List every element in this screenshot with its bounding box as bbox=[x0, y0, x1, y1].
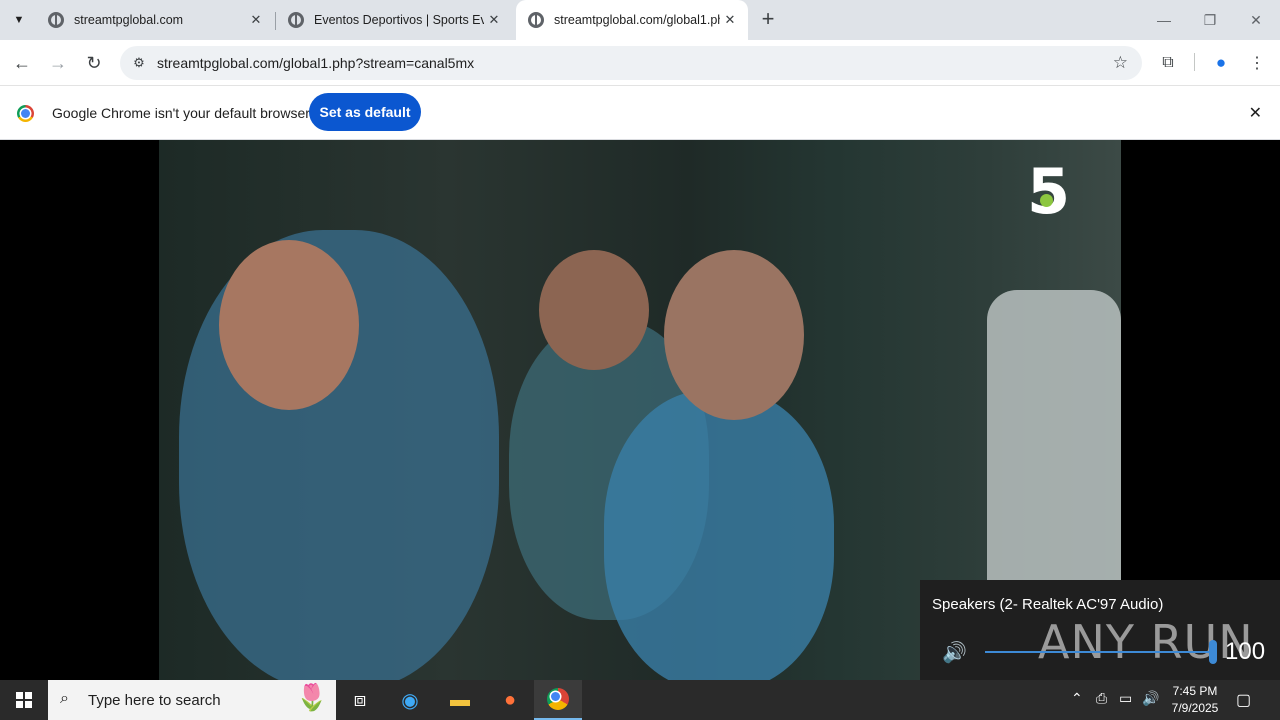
new-tab-button[interactable]: + bbox=[756, 8, 780, 32]
task-view-icon[interactable]: ⧈ bbox=[336, 680, 384, 720]
firefox-icon[interactable]: ● bbox=[486, 680, 534, 720]
windows-logo-icon bbox=[16, 692, 32, 708]
site-info-icon[interactable]: ⚙ bbox=[130, 54, 148, 72]
globe-icon bbox=[48, 12, 64, 28]
speaker-icon[interactable]: 🔊 bbox=[942, 640, 967, 665]
taskbar: ⌕ Type here to search 🌷 ⧈ ◉ ▬ ● ⌃ ⎙ ▭ 🔊 … bbox=[0, 680, 1280, 720]
close-icon[interactable]: ✕ bbox=[720, 10, 740, 30]
clock-date: 7/9/2025 bbox=[1171, 701, 1219, 715]
close-icon[interactable]: ✕ bbox=[484, 10, 504, 30]
tab-strip: ▼ streamtpglobal.com ✕ Eventos Deportivo… bbox=[0, 0, 1280, 40]
start-button[interactable] bbox=[0, 680, 48, 720]
menu-dots-icon[interactable]: ⋮ bbox=[1245, 51, 1269, 75]
url-path: /global1.php?stream=canal5mx bbox=[279, 55, 475, 71]
toolbar-divider bbox=[1194, 53, 1195, 71]
tab-3-active[interactable]: streamtpglobal.com/global1.php ✕ bbox=[516, 0, 748, 40]
back-arrow-icon[interactable]: ← bbox=[10, 51, 34, 75]
profile-icon[interactable]: ● bbox=[1209, 51, 1233, 75]
audio-device-name: Speakers (2- Realtek AC'97 Audio) bbox=[932, 596, 1164, 613]
flower-icon bbox=[1040, 194, 1053, 207]
close-icon[interactable]: ✕ bbox=[246, 10, 266, 30]
chrome-logo-icon bbox=[17, 105, 34, 122]
address-bar[interactable]: ⚙ streamtpglobal.com/global1.php?stream=… bbox=[120, 46, 1142, 80]
volume-slider-thumb[interactable] bbox=[1209, 640, 1217, 664]
player-face-right bbox=[664, 250, 804, 420]
flower-decoration-icon: 🌷 bbox=[295, 682, 328, 712]
minimize-button[interactable]: — bbox=[1141, 0, 1187, 40]
search-icon: ⌕ bbox=[60, 690, 69, 707]
clock-time: 7:45 PM bbox=[1172, 684, 1218, 698]
chrome-logo-icon bbox=[547, 688, 569, 710]
player-face-back bbox=[539, 250, 649, 370]
player-face-left bbox=[219, 240, 359, 410]
forward-arrow-icon[interactable]: → bbox=[46, 51, 70, 75]
set-as-default-button[interactable]: Set as default bbox=[309, 93, 421, 131]
tab-title: streamtpglobal.com/global1.php bbox=[554, 13, 720, 27]
channel-number: 5 bbox=[1027, 155, 1071, 228]
tab-title: streamtpglobal.com bbox=[74, 13, 184, 27]
usb-icon[interactable]: ⎙ bbox=[1096, 690, 1107, 707]
tray-chevron-icon[interactable]: ⌃ bbox=[1071, 690, 1083, 707]
volume-level: 100 bbox=[1225, 638, 1266, 665]
watermark: ANY RUN bbox=[1038, 615, 1254, 669]
channel-logo: 5 bbox=[1027, 160, 1075, 224]
taskbar-search[interactable]: ⌕ Type here to search 🌷 bbox=[48, 680, 336, 720]
close-icon[interactable]: ✕ bbox=[1249, 103, 1262, 123]
globe-icon bbox=[528, 12, 544, 28]
tab-2[interactable]: Eventos Deportivos | Sports Eve ✕ bbox=[276, 0, 512, 40]
reload-icon[interactable]: ↻ bbox=[82, 51, 106, 75]
globe-icon bbox=[288, 12, 304, 28]
volume-flyout: Speakers (2- Realtek AC'97 Audio) ANY RU… bbox=[920, 580, 1280, 680]
notifications-icon[interactable]: ▢ bbox=[1236, 690, 1251, 710]
network-icon[interactable]: ▭ bbox=[1119, 690, 1132, 707]
default-browser-infobar: Google Chrome isn't your default browser… bbox=[0, 86, 1280, 140]
extensions-icon[interactable]: ⧉ bbox=[1156, 51, 1180, 75]
edge-icon[interactable]: ◉ bbox=[386, 680, 434, 720]
search-placeholder: Type here to search bbox=[88, 692, 221, 709]
seat-back bbox=[987, 290, 1121, 580]
taskbar-clock[interactable]: 7:45 PM 7/9/2025 bbox=[1160, 683, 1230, 717]
tab-search-icon[interactable]: ▼ bbox=[7, 8, 31, 32]
infobar-message: Google Chrome isn't your default browser bbox=[52, 105, 310, 121]
player-figure-right bbox=[604, 390, 834, 680]
tab-1[interactable]: streamtpglobal.com ✕ bbox=[36, 0, 274, 40]
chrome-taskbar-icon[interactable] bbox=[534, 680, 582, 720]
tab-title: Eventos Deportivos | Sports Eve bbox=[314, 13, 484, 27]
url-host: streamtpglobal.com bbox=[157, 55, 280, 71]
file-explorer-icon[interactable]: ▬ bbox=[436, 680, 484, 720]
bookmark-star-icon[interactable]: ☆ bbox=[1113, 53, 1128, 73]
window-close-button[interactable]: ✕ bbox=[1233, 0, 1279, 40]
volume-icon[interactable]: 🔊 bbox=[1142, 690, 1159, 707]
volume-slider-track[interactable] bbox=[985, 651, 1210, 653]
url-text[interactable]: streamtpglobal.com/global1.php?stream=ca… bbox=[157, 55, 474, 71]
restore-button[interactable]: ❐ bbox=[1187, 0, 1233, 40]
browser-toolbar: ← → ↻ ⚙ streamtpglobal.com/global1.php?s… bbox=[0, 40, 1280, 86]
